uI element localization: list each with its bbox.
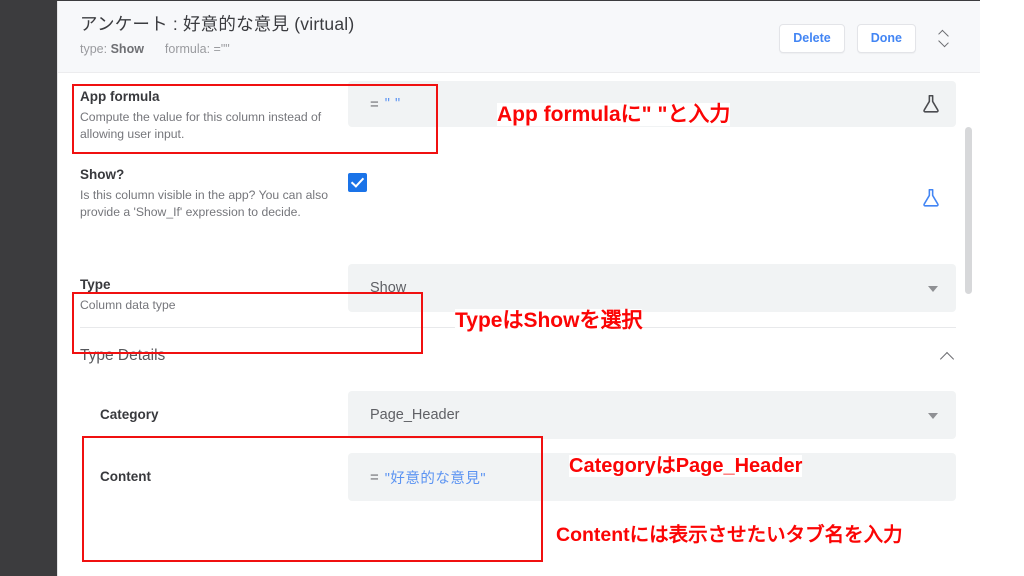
category-label: Category (100, 407, 159, 423)
show-checkbox-wrap (348, 151, 956, 207)
meta-formula-value: ="" (213, 41, 230, 56)
category-label-group: Category (100, 405, 348, 425)
meta-type-value: Show (110, 41, 144, 56)
equals-sign: = (370, 468, 379, 486)
app-formula-label-group: App formula Compute the value for this c… (80, 73, 348, 144)
left-gutter (0, 0, 57, 576)
flask-icon[interactable] (920, 187, 942, 209)
equals-sign: = (370, 95, 379, 113)
row-category: Category Page_Header (58, 384, 980, 446)
vertical-scrollbar-thumb[interactable] (965, 127, 972, 294)
show-description: Is this column visible in the app? You c… (80, 187, 328, 220)
settings-body: App formula Compute the value for this c… (58, 73, 980, 508)
type-select[interactable]: Show (348, 264, 956, 312)
chevron-down-icon[interactable] (928, 286, 938, 292)
row-app-formula: App formula Compute the value for this c… (58, 73, 980, 151)
show-title: Show? (80, 167, 125, 182)
type-value: Show (370, 280, 407, 296)
up-down-chevron-icon[interactable] (932, 25, 954, 51)
content-value: "好意的な意見" (384, 470, 487, 487)
content-label: Content (100, 469, 151, 485)
column-settings-panel: アンケート : 好意的な意見 (virtual) type: Show form… (57, 1, 980, 576)
category-value: Page_Header (370, 407, 460, 423)
chevron-up-icon[interactable] (939, 351, 955, 367)
app-formula-input[interactable]: = " " (348, 81, 956, 127)
row-content: Content = "好意的な意見" (58, 446, 980, 508)
screenshot-root: アンケート : 好意的な意見 (virtual) type: Show form… (0, 0, 1024, 576)
content-input[interactable]: = "好意的な意見" (348, 453, 956, 501)
row-type: Type Column data type Show (58, 251, 980, 325)
show-label-group: Show? Is this column visible in the app?… (80, 151, 348, 222)
content-label-group: Content (100, 467, 348, 487)
type-details-header[interactable]: Type Details (58, 328, 980, 384)
delete-button[interactable]: Delete (779, 24, 845, 53)
app-formula-description: Compute the value for this column instea… (80, 109, 322, 142)
right-gutter (980, 0, 1024, 576)
panel-header: アンケート : 好意的な意見 (virtual) type: Show form… (58, 1, 980, 73)
type-details-title: Type Details (80, 347, 166, 364)
header-actions: Delete Done (779, 24, 954, 53)
chevron-down-icon[interactable] (928, 413, 938, 419)
flask-icon[interactable] (920, 93, 942, 115)
row-show: Show? Is this column visible in the app?… (58, 151, 980, 251)
app-formula-value: " " (384, 96, 401, 112)
meta-formula-label: formula: (164, 41, 211, 56)
type-label-group: Type Column data type (80, 261, 348, 314)
meta-type-label: type: (80, 41, 108, 56)
show-checkbox[interactable] (348, 173, 367, 192)
app-formula-title: App formula (80, 89, 160, 104)
done-button[interactable]: Done (856, 24, 916, 53)
category-select[interactable]: Page_Header (348, 391, 956, 439)
type-description: Column data type (80, 297, 176, 312)
type-title: Type (80, 277, 111, 293)
